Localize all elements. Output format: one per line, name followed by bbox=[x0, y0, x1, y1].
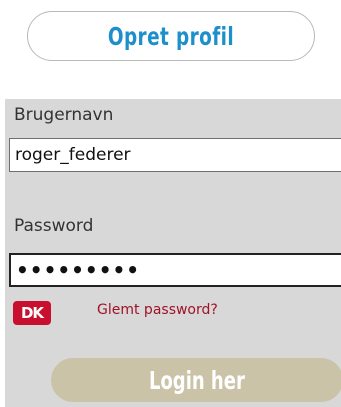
username-label: Brugernavn bbox=[14, 105, 114, 125]
create-profile-label: Opret profil bbox=[107, 21, 235, 51]
create-profile-button[interactable]: Opret profil bbox=[27, 11, 315, 61]
login-page: Opret profil Brugernavn roger_federer Pa… bbox=[0, 0, 341, 407]
dk-logo-icon: DK bbox=[13, 301, 51, 325]
password-label: Password bbox=[14, 216, 94, 236]
username-value: roger_federer bbox=[15, 145, 131, 165]
login-button-label: Login her bbox=[149, 365, 245, 395]
dk-logo-text: DK bbox=[20, 304, 44, 322]
username-field[interactable]: roger_federer bbox=[9, 138, 341, 172]
password-field[interactable]: ••••••••• bbox=[9, 253, 341, 287]
login-button[interactable]: Login her bbox=[51, 358, 341, 402]
login-panel: Brugernavn roger_federer Password ••••••… bbox=[5, 99, 341, 407]
password-value: ••••••••• bbox=[16, 258, 141, 282]
forgot-password-link[interactable]: Glemt password? bbox=[97, 302, 218, 318]
